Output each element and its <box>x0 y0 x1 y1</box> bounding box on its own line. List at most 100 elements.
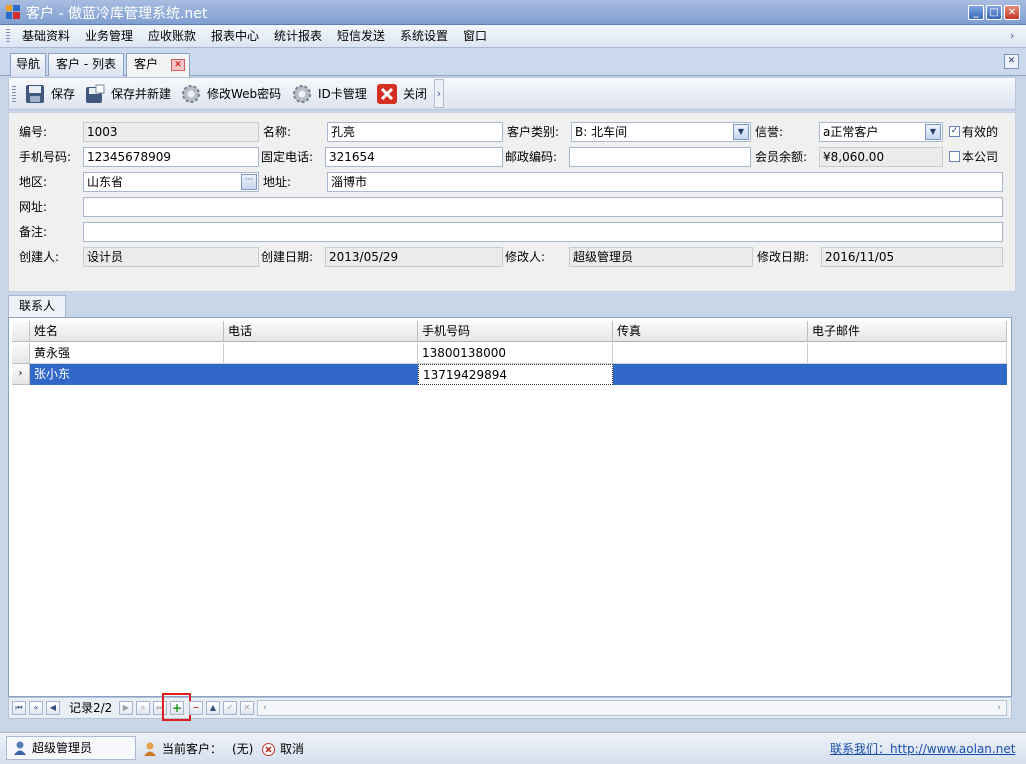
close-icon <box>377 84 397 104</box>
confirm-record-icon[interactable]: ✓ <box>223 701 237 715</box>
table-cell[interactable] <box>808 343 1007 364</box>
website-label: 网址: <box>19 200 48 214</box>
column-header-email[interactable]: 电子邮件 <box>808 321 1007 342</box>
table-cell[interactable] <box>224 343 418 364</box>
scroll-right-icon[interactable]: › <box>993 702 1005 714</box>
remark-field[interactable] <box>83 222 1003 242</box>
region-field[interactable]: 山东省 ··· <box>83 172 259 192</box>
create-date-field[interactable]: 2013/05/29 <box>325 247 503 267</box>
column-header-mobile[interactable]: 手机号码 <box>418 321 613 342</box>
modifier-label: 修改人: <box>505 250 546 264</box>
next-page-icon[interactable]: » <box>136 701 150 715</box>
chevron-down-icon[interactable]: ▼ <box>733 124 749 140</box>
address-field[interactable]: 淄博市 <box>327 172 1003 192</box>
tab-customer[interactable]: 客户 ✕ <box>126 53 190 77</box>
table-cell[interactable] <box>224 364 418 385</box>
delete-record-icon[interactable]: − <box>189 701 203 715</box>
cancel-record-icon[interactable]: ✕ <box>240 701 254 715</box>
save-button[interactable]: 保存 <box>25 82 75 106</box>
category-select[interactable]: B: 北车间 ▼ <box>571 122 751 142</box>
menu-item-business[interactable]: 业务管理 <box>85 28 133 45</box>
table-cell[interactable] <box>808 364 1007 385</box>
name-field[interactable]: 孔亮 <box>327 122 503 142</box>
modifier-field[interactable]: 超级管理员 <box>569 247 753 267</box>
row-indicator-chevron-right-icon[interactable]: › <box>12 364 30 385</box>
toolbar: 保存 保存并新建 修改Web密码 ID卡管理 关闭 › <box>8 77 1016 110</box>
code-field[interactable]: 1003 <box>83 122 259 142</box>
credit-value: a正常客户 <box>823 125 879 139</box>
maximize-button[interactable]: □ <box>986 5 1002 20</box>
minimize-button[interactable]: _ <box>968 5 984 20</box>
tab-customer-label: 客户 <box>134 57 159 71</box>
ellipsis-button[interactable]: ··· <box>241 174 257 190</box>
edit-record-icon[interactable]: ▲ <box>206 701 220 715</box>
menu-item-receivables[interactable]: 应收账款 <box>148 28 196 45</box>
valid-label: 有效的 <box>962 125 999 139</box>
customer-icon <box>144 742 156 756</box>
id-card-management-label: ID卡管理 <box>318 87 367 101</box>
code-label: 编号: <box>19 125 48 139</box>
contact-us-link[interactable]: 联系我们：http://www.aolan.net <box>830 739 1015 759</box>
row-indicator[interactable] <box>12 343 30 364</box>
creator-field[interactable]: 设计员 <box>83 247 259 267</box>
horizontal-scrollbar[interactable]: ‹ › <box>257 700 1007 716</box>
toolbar-overflow-icon[interactable]: › <box>434 79 444 108</box>
menu-item-sms[interactable]: 短信发送 <box>337 28 385 45</box>
phone-label: 固定电话: <box>261 150 314 164</box>
address-label: 地址: <box>263 175 292 189</box>
next-record-icon[interactable]: ▶ <box>119 701 133 715</box>
valid-checkbox[interactable]: ✓ <box>949 126 960 137</box>
website-field[interactable] <box>83 197 1003 217</box>
create-date-label: 创建日期: <box>261 250 314 264</box>
menu-item-reports[interactable]: 报表中心 <box>211 28 259 45</box>
add-record-icon[interactable]: + <box>170 701 184 715</box>
menu-item-basic-data[interactable]: 基础资料 <box>22 28 70 45</box>
credit-select[interactable]: a正常客户 ▼ <box>819 122 943 142</box>
phone-field[interactable]: 321654 <box>325 147 503 167</box>
change-web-password-label: 修改Web密码 <box>207 87 282 101</box>
category-label: 客户类别: <box>507 125 560 139</box>
save-and-new-button[interactable]: 保存并新建 <box>85 82 171 106</box>
document-tab-strip: 导航 客户 - 列表 客户 ✕ ✕ <box>0 48 1026 77</box>
column-header-fax[interactable]: 传真 <box>613 321 808 342</box>
balance-field[interactable]: ¥8,060.00 <box>819 147 943 167</box>
customer-form: 编号: 1003 名称: 孔亮 客户类别: B: 北车间 ▼ 信誉: a正常客户… <box>8 112 1016 292</box>
menu-item-window[interactable]: 窗口 <box>463 28 487 45</box>
column-header-name[interactable]: 姓名 <box>30 321 224 342</box>
table-cell[interactable] <box>613 364 808 385</box>
scroll-left-icon[interactable]: ‹ <box>259 702 271 714</box>
table-cell[interactable] <box>613 343 808 364</box>
menu-item-statistics[interactable]: 统计报表 <box>274 28 322 45</box>
close-button[interactable]: 关闭 <box>377 82 427 106</box>
contacts-grid: 姓名 电话 手机号码 传真 电子邮件 黄永强 13800138000 › 张小东… <box>8 317 1012 697</box>
close-document-icon[interactable]: ✕ <box>1004 54 1019 69</box>
id-card-management-button[interactable]: ID卡管理 <box>292 82 367 106</box>
postcode-field[interactable] <box>569 147 751 167</box>
table-cell[interactable]: 张小东 <box>30 364 224 385</box>
modify-date-label: 修改日期: <box>757 250 810 264</box>
tab-close-icon[interactable]: ✕ <box>171 59 185 71</box>
first-page-icon[interactable]: ⏮ <box>12 701 26 715</box>
change-web-password-button[interactable]: 修改Web密码 <box>181 82 281 106</box>
table-cell[interactable]: 黄永强 <box>30 343 224 364</box>
tab-contacts[interactable]: 联系人 <box>8 295 66 317</box>
mobile-field[interactable]: 12345678909 <box>83 147 259 167</box>
previous-record-icon[interactable]: ◀ <box>46 701 60 715</box>
cancel-link[interactable]: 取消 <box>280 739 304 759</box>
remark-label: 备注: <box>19 225 48 239</box>
menu-item-settings[interactable]: 系统设置 <box>400 28 448 45</box>
own-company-checkbox[interactable] <box>949 151 960 162</box>
previous-page-icon[interactable]: « <box>29 701 43 715</box>
modify-date-field[interactable]: 2016/11/05 <box>821 247 1003 267</box>
column-header-phone[interactable]: 电话 <box>224 321 418 342</box>
menu-overflow-icon[interactable]: › <box>1010 29 1014 42</box>
grid-corner <box>12 321 30 342</box>
table-row[interactable]: 黄永强 13800138000 <box>12 343 1007 364</box>
table-row-selected[interactable]: › 张小东 13719429894 <box>12 364 1007 385</box>
table-cell-focused[interactable]: 13719429894 <box>418 364 613 385</box>
tab-navigation[interactable]: 导航 <box>10 53 46 76</box>
tab-customer-list[interactable]: 客户 - 列表 <box>48 53 124 76</box>
table-cell[interactable]: 13800138000 <box>418 343 613 364</box>
chevron-down-icon[interactable]: ▼ <box>925 124 941 140</box>
close-window-button[interactable]: ✕ <box>1004 5 1020 20</box>
